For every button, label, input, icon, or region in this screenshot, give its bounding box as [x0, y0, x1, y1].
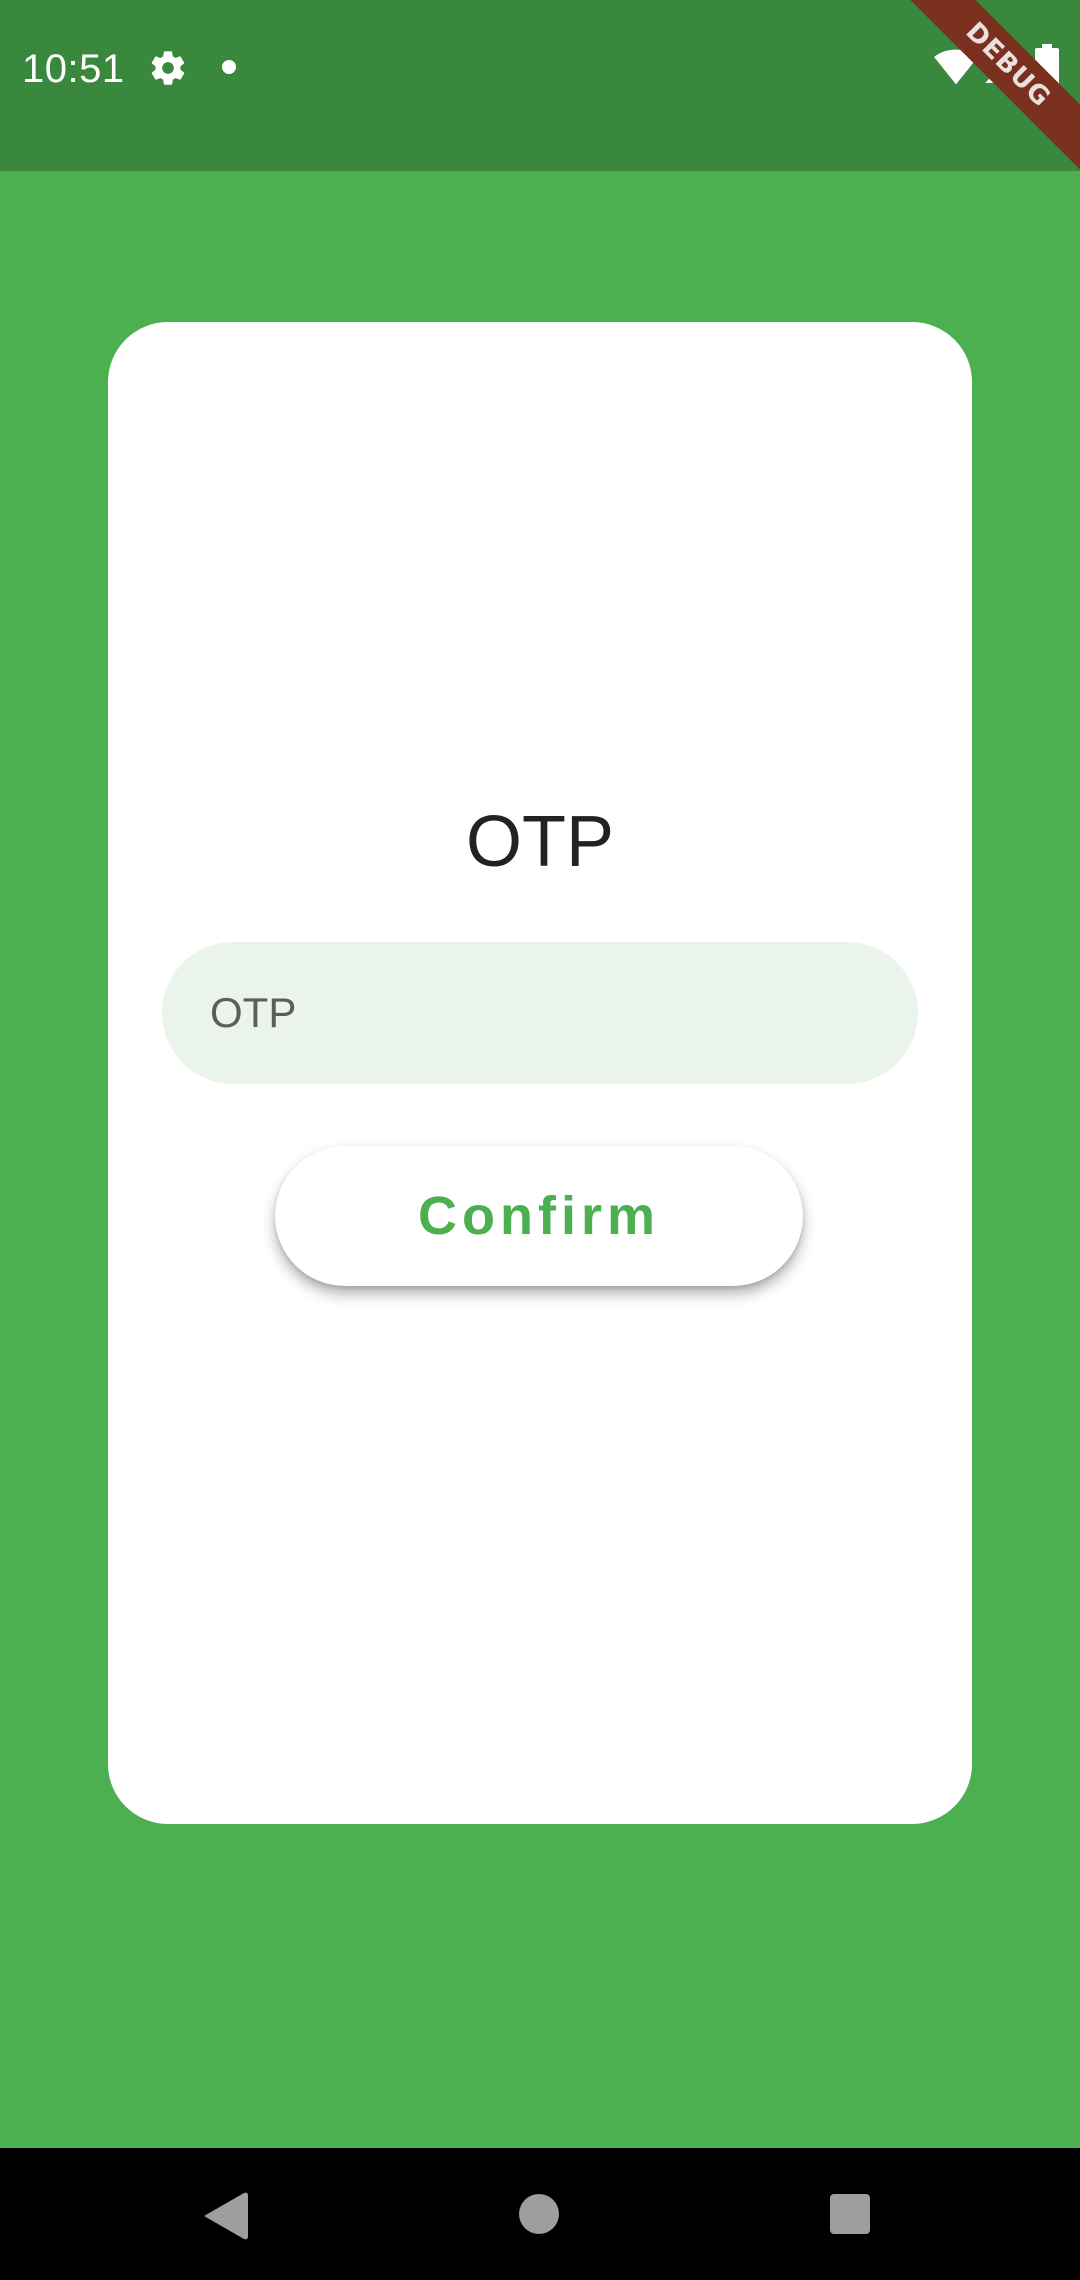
notification-dot-icon — [222, 60, 236, 74]
battery-icon — [1035, 44, 1059, 88]
status-time: 10:51 — [22, 47, 125, 91]
otp-input[interactable] — [162, 942, 918, 1084]
confirm-button[interactable]: Confirm — [275, 1146, 803, 1286]
cell-signal-icon — [985, 51, 1017, 83]
back-icon[interactable] — [204, 2192, 248, 2240]
page-title: OTP — [465, 802, 614, 882]
status-bar: 10:51 — [0, 0, 1080, 171]
recents-icon[interactable] — [830, 2194, 870, 2234]
gear-icon — [151, 51, 185, 85]
otp-card: OTP Confirm — [108, 322, 972, 1824]
wifi-icon — [934, 49, 978, 85]
home-icon[interactable] — [519, 2194, 559, 2234]
navigation-bar — [0, 2148, 1080, 2280]
